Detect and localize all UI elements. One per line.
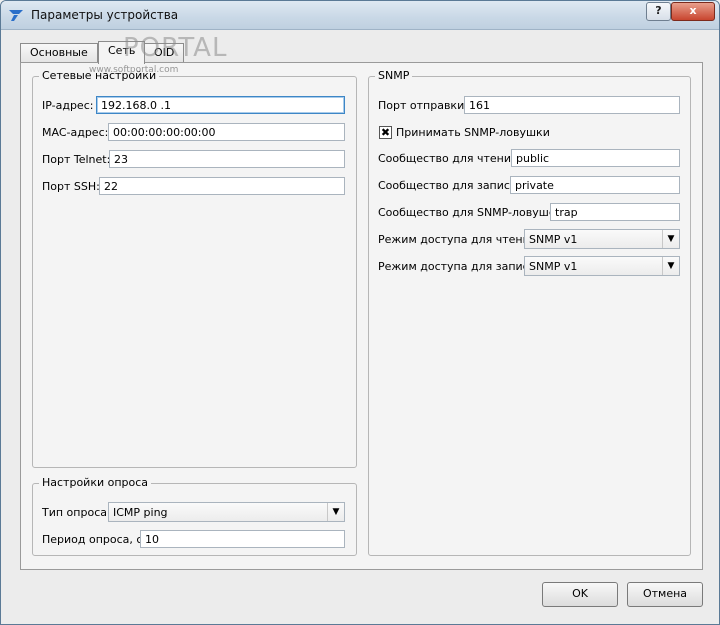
tab-panel-network: Сетевые настройки IP-адрес: 192.168.0 .1… xyxy=(20,62,703,570)
group-title-network: Сетевые настройки xyxy=(39,69,160,82)
dialog-window: Параметры устройства ? x Основные Сеть O… xyxy=(0,0,720,625)
ssh-port-field[interactable]: 22 xyxy=(99,177,345,195)
snmp-port-label: Порт отправки: xyxy=(378,99,468,112)
group-title-poll: Настройки опроса xyxy=(39,476,152,489)
window-title: Параметры устройства xyxy=(31,8,179,22)
poll-type-label: Тип опроса: xyxy=(42,506,111,519)
trap-community-label: Сообщество для SNMP-ловушек: xyxy=(378,206,566,219)
tab-oid[interactable]: OID xyxy=(144,43,185,63)
read-mode-select[interactable]: SNMP v1 ▼ xyxy=(524,229,680,249)
trap-community-field[interactable]: trap xyxy=(550,203,680,221)
read-community-label: Сообщество для чтения: xyxy=(378,152,522,165)
chevron-down-icon[interactable]: ▼ xyxy=(662,257,679,275)
telnet-label: Порт Telnet: xyxy=(42,153,111,166)
write-community-field[interactable]: private xyxy=(510,176,680,194)
cancel-button[interactable]: Отмена xyxy=(627,582,703,607)
help-button[interactable]: ? xyxy=(646,2,671,21)
poll-period-label: Период опроса, с: xyxy=(42,533,147,546)
poll-type-select[interactable]: ICMP ping ▼ xyxy=(108,502,345,522)
ip-address-field[interactable]: 192.168.0 .1 xyxy=(96,96,345,114)
read-community-field[interactable]: public xyxy=(511,149,680,167)
write-mode-select[interactable]: SNMP v1 ▼ xyxy=(524,256,680,276)
write-mode-label: Режим доступа для записи: xyxy=(378,260,540,273)
poll-period-field[interactable]: 10 xyxy=(140,530,345,548)
write-community-label: Сообщество для записи: xyxy=(378,179,521,192)
mac-label: MAC-адрес: xyxy=(42,126,109,139)
poll-settings-group: Настройки опроса Тип опроса: ICMP ping ▼… xyxy=(32,476,357,556)
snmp-group: SNMP Порт отправки: 161 ✖ Принимать SNMP… xyxy=(368,69,691,556)
ssh-label: Порт SSH: xyxy=(42,180,100,193)
group-title-snmp: SNMP xyxy=(375,69,413,82)
telnet-port-field[interactable]: 23 xyxy=(109,150,345,168)
app-logo-icon xyxy=(8,8,24,25)
ip-label: IP-адрес: xyxy=(42,99,94,112)
chevron-down-icon[interactable]: ▼ xyxy=(662,230,679,248)
snmp-port-field[interactable]: 161 xyxy=(464,96,680,114)
read-mode-value: SNMP v1 xyxy=(529,233,578,246)
poll-type-value: ICMP ping xyxy=(113,506,168,519)
title-bar[interactable]: Параметры устройства ? x xyxy=(1,1,719,30)
write-mode-value: SNMP v1 xyxy=(529,260,578,273)
read-mode-label: Режим доступа для чтения: xyxy=(378,233,541,246)
mac-address-field[interactable]: 00:00:00:00:00:00 xyxy=(108,123,345,141)
tab-main[interactable]: Основные xyxy=(20,43,98,63)
chevron-down-icon[interactable]: ▼ xyxy=(327,503,344,521)
tab-network[interactable]: Сеть xyxy=(98,41,146,64)
ok-button[interactable]: OK xyxy=(542,582,618,607)
accept-traps-checkbox[interactable]: ✖ xyxy=(379,126,392,139)
close-button[interactable]: x xyxy=(671,2,715,21)
accept-traps-label: Принимать SNMP-ловушки xyxy=(396,126,550,139)
network-settings-group: Сетевые настройки IP-адрес: 192.168.0 .1… xyxy=(32,69,357,468)
